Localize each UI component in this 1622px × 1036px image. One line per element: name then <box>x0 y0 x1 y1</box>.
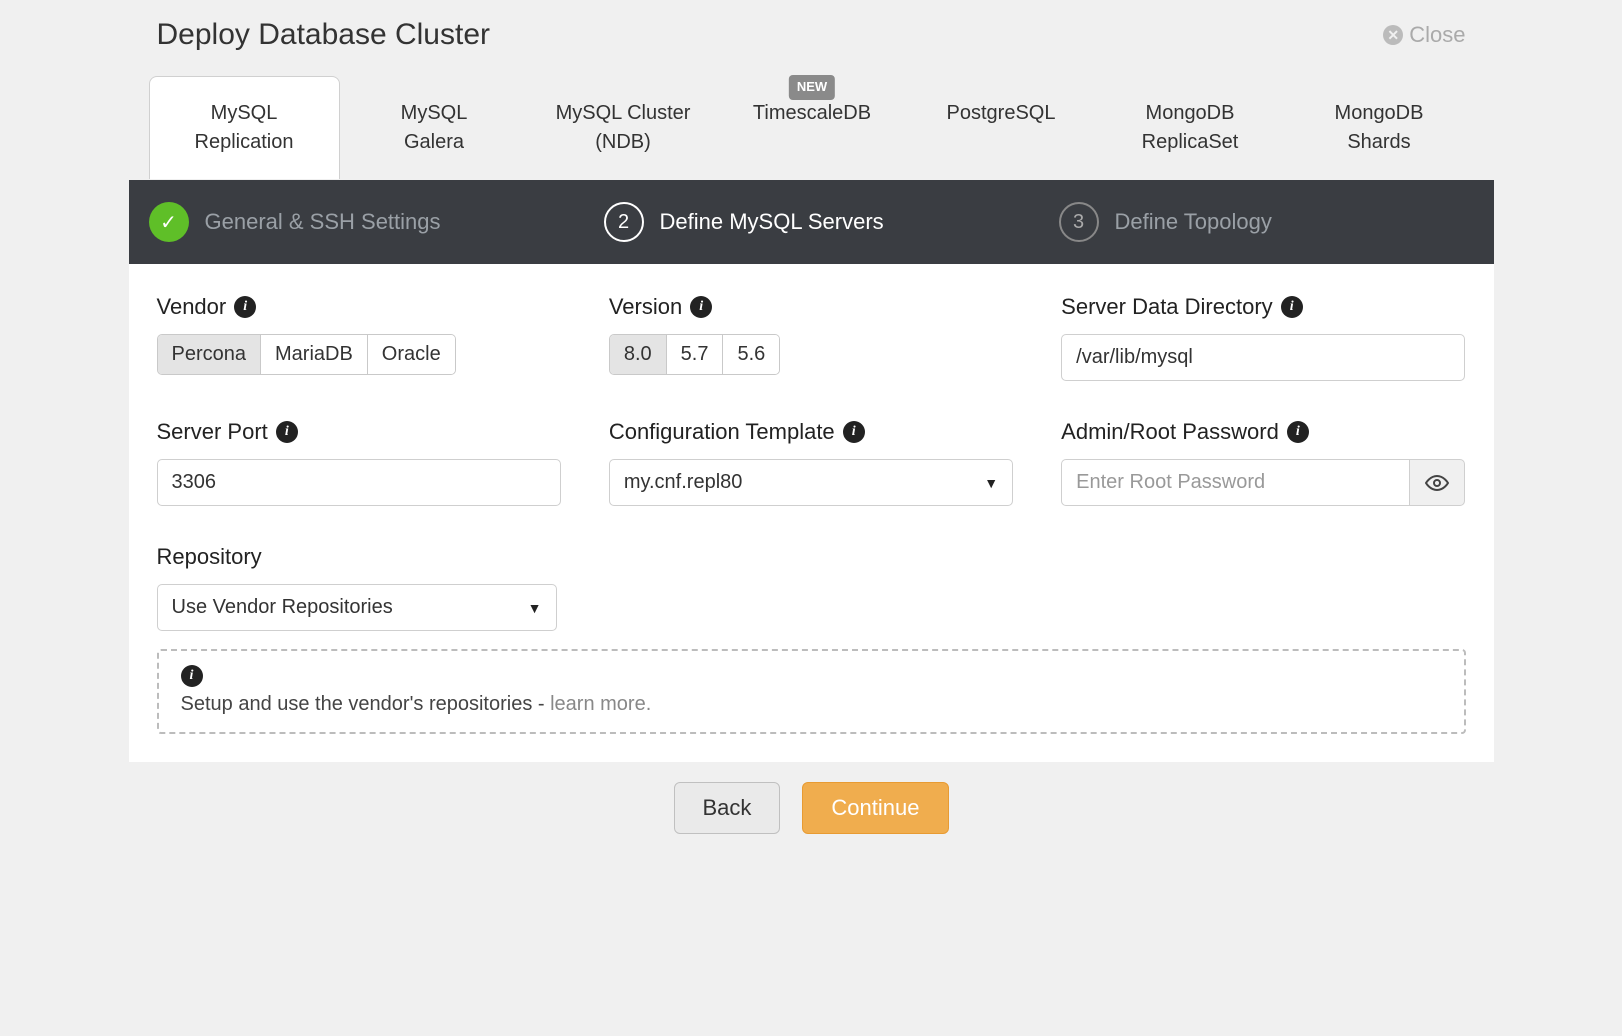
version-label: Version <box>609 294 682 320</box>
info-icon[interactable]: i <box>690 296 712 318</box>
server-port-label: Server Port <box>157 419 268 445</box>
repository-select[interactable]: Use Vendor Repositories ▼ <box>157 584 557 631</box>
version-option-57[interactable]: 5.7 <box>667 335 724 374</box>
repository-help-box: i Setup and use the vendor's repositorie… <box>157 649 1466 734</box>
server-port-input[interactable] <box>157 459 561 506</box>
vendor-label: Vendor <box>157 294 227 320</box>
vendor-option-percona[interactable]: Percona <box>158 335 262 374</box>
check-icon <box>149 202 189 242</box>
close-label: Close <box>1409 22 1465 48</box>
tab-mysql-galera[interactable]: MySQL Galera <box>340 77 529 179</box>
step-number: 3 <box>1059 202 1099 242</box>
admin-password-label: Admin/Root Password <box>1061 419 1279 445</box>
vendor-option-oracle[interactable]: Oracle <box>368 335 455 374</box>
wizard-stepper: General & SSH Settings 2 Define MySQL Se… <box>129 180 1494 264</box>
close-button[interactable]: ✕ Close <box>1383 22 1465 48</box>
new-badge: NEW <box>789 75 835 100</box>
help-text: Setup and use the vendor's repositories … <box>181 693 551 715</box>
admin-password-input[interactable] <box>1061 459 1409 506</box>
step-general-ssh[interactable]: General & SSH Settings <box>129 202 584 242</box>
repository-field: Repository Use Vendor Repositories ▼ <box>157 544 1466 631</box>
repository-label: Repository <box>157 544 262 570</box>
continue-button[interactable]: Continue <box>802 782 948 834</box>
learn-more-link[interactable]: learn more. <box>550 693 651 715</box>
cluster-type-tabs: MySQL Replication MySQL Galera MySQL Clu… <box>129 76 1494 180</box>
password-visibility-toggle[interactable] <box>1409 459 1465 506</box>
step-define-topology[interactable]: 3 Define Topology <box>1039 202 1494 242</box>
info-icon[interactable]: i <box>276 421 298 443</box>
vendor-field: Vendor i Percona MariaDB Oracle <box>157 294 561 381</box>
form-body: Vendor i Percona MariaDB Oracle Version … <box>129 264 1494 762</box>
tab-mongodb-shards[interactable]: MongoDB Shards <box>1285 77 1474 179</box>
info-icon[interactable]: i <box>1287 421 1309 443</box>
tab-mysql-cluster-ndb[interactable]: MySQL Cluster (NDB) <box>529 77 718 179</box>
info-icon: i <box>181 665 203 687</box>
tab-timescaledb[interactable]: NEW TimescaleDB <box>718 77 907 179</box>
vendor-option-mariadb[interactable]: MariaDB <box>261 335 368 374</box>
info-icon[interactable]: i <box>234 296 256 318</box>
data-directory-field: Server Data Directory i <box>1061 294 1465 381</box>
vendor-button-group: Percona MariaDB Oracle <box>157 334 456 375</box>
step-number: 2 <box>604 202 644 242</box>
config-template-field: Configuration Template i my.cnf.repl80 ▼ <box>609 419 1013 506</box>
data-directory-input[interactable] <box>1061 334 1465 381</box>
modal-header: Deploy Database Cluster ✕ Close <box>129 0 1494 76</box>
tab-mongodb-replicaset[interactable]: MongoDB ReplicaSet <box>1096 77 1285 179</box>
version-field: Version i 8.0 5.7 5.6 <box>609 294 1013 381</box>
step-define-mysql-servers[interactable]: 2 Define MySQL Servers <box>584 202 1039 242</box>
config-template-select[interactable]: my.cnf.repl80 ▼ <box>609 459 1013 506</box>
tab-mysql-replication[interactable]: MySQL Replication <box>149 76 340 179</box>
info-icon[interactable]: i <box>843 421 865 443</box>
chevron-down-icon: ▼ <box>984 475 998 491</box>
version-button-group: 8.0 5.7 5.6 <box>609 334 780 375</box>
deploy-cluster-modal: Deploy Database Cluster ✕ Close MySQL Re… <box>129 0 1494 860</box>
modal-title: Deploy Database Cluster <box>157 18 491 52</box>
info-icon[interactable]: i <box>1281 296 1303 318</box>
version-option-80[interactable]: 8.0 <box>610 335 667 374</box>
admin-password-field: Admin/Root Password i <box>1061 419 1465 506</box>
data-directory-label: Server Data Directory <box>1061 294 1273 320</box>
back-button[interactable]: Back <box>674 782 781 834</box>
eye-icon <box>1425 471 1449 495</box>
version-option-56[interactable]: 5.6 <box>723 335 779 374</box>
tab-postgresql[interactable]: PostgreSQL <box>907 77 1096 179</box>
chevron-down-icon: ▼ <box>528 600 542 616</box>
wizard-footer: Back Continue <box>129 762 1494 860</box>
server-port-field: Server Port i <box>157 419 561 506</box>
close-icon: ✕ <box>1383 25 1403 45</box>
config-template-label: Configuration Template <box>609 419 835 445</box>
